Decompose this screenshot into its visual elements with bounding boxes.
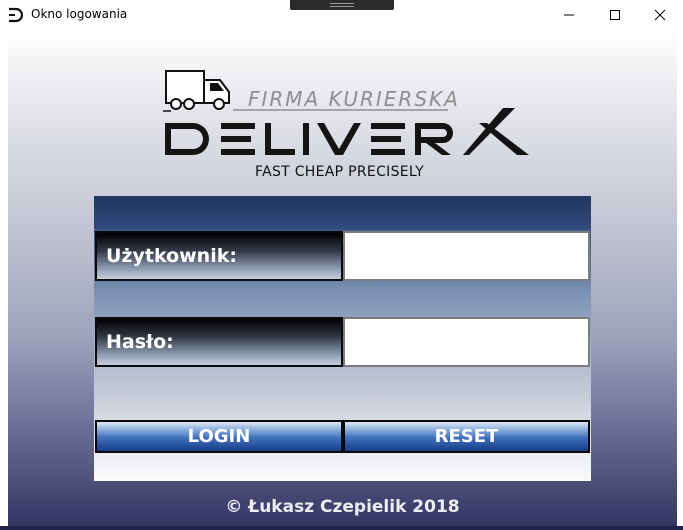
- reset-button-label: RESET: [434, 426, 499, 447]
- username-label: Użytkownik:: [106, 245, 237, 267]
- logo-brand-mark: [165, 108, 529, 155]
- window-bottom-edge: [0, 526, 683, 530]
- login-button-label: LOGIN: [187, 426, 251, 447]
- minimize-icon: [564, 14, 574, 16]
- login-panel: Użytkownik: Hasło: LOGIN RESET: [94, 196, 591, 481]
- logo-tagline: FIRMA KURIERSKA: [248, 87, 460, 111]
- logo-slogan: FAST CHEAP PRECISELY: [255, 164, 424, 180]
- app-icon: [9, 7, 23, 23]
- password-label-box: Hasło:: [95, 317, 343, 367]
- copyright-footer: © Łukasz Czepielik 2018: [0, 497, 683, 517]
- copyright-text: © Łukasz Czepielik 2018: [225, 497, 460, 517]
- password-input[interactable]: [343, 317, 590, 367]
- title-bar[interactable]: Okno logowania: [0, 0, 683, 30]
- maximize-button[interactable]: [592, 0, 638, 30]
- reset-button[interactable]: RESET: [343, 420, 590, 453]
- drag-handle[interactable]: [290, 0, 394, 10]
- close-button[interactable]: [637, 0, 683, 30]
- deliverx-logo: FIRMA KURIERSKA: [163, 70, 529, 155]
- truck-icon: [163, 70, 230, 112]
- minimize-button[interactable]: [546, 0, 592, 30]
- password-label: Hasło:: [106, 331, 174, 353]
- username-input[interactable]: [343, 231, 590, 281]
- close-icon: [654, 9, 666, 21]
- username-label-box: Użytkownik:: [95, 231, 343, 281]
- maximize-icon: [610, 10, 620, 20]
- window-title: Okno logowania: [31, 7, 128, 21]
- login-button[interactable]: LOGIN: [95, 420, 343, 453]
- panel-header: [94, 196, 591, 229]
